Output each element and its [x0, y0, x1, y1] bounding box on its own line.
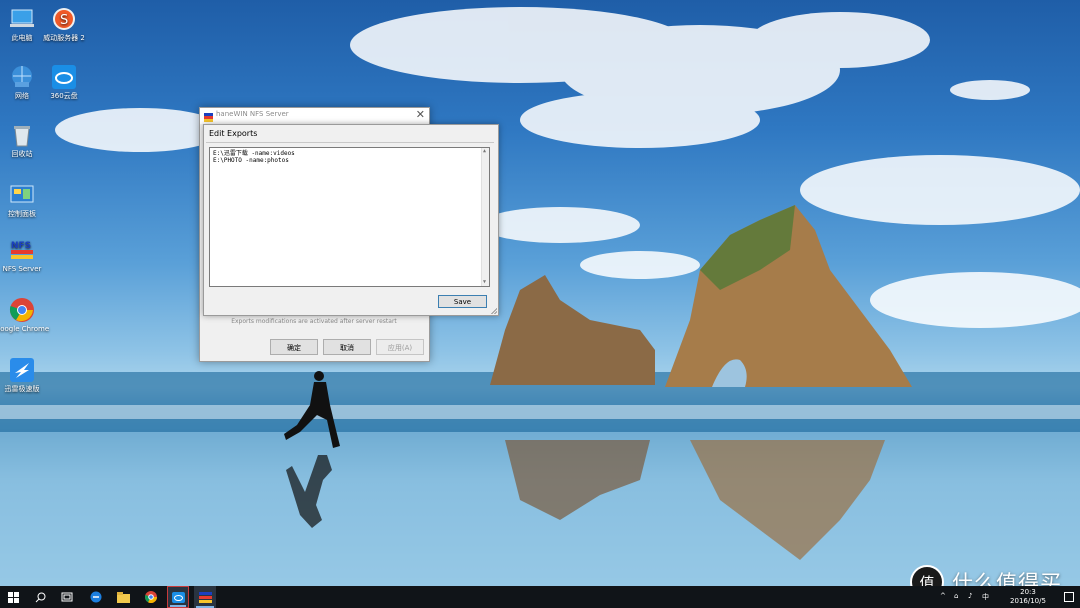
task-view-button[interactable]	[56, 586, 78, 608]
desktop-wallpaper	[0, 0, 1080, 586]
chrome-icon	[9, 297, 35, 323]
cloud-drive-icon	[51, 64, 77, 90]
start-icon	[7, 591, 19, 603]
network-icon	[9, 64, 35, 90]
divider	[206, 142, 494, 143]
thunder-icon	[9, 357, 35, 383]
svg-text:NFS: NFS	[11, 241, 31, 251]
status-text: Exports modifications are activated afte…	[204, 314, 424, 333]
task-view-icon	[61, 592, 73, 602]
dialog-title: Edit Exports	[209, 129, 258, 138]
desktop-icon-label: 360云盘	[50, 92, 78, 100]
desktop-icon-label: NFS Server	[2, 265, 42, 273]
action-center-button[interactable]	[1058, 586, 1080, 608]
taskbar: ^ ⌂ ♪ 中 20:3 2016/10/5	[0, 586, 1080, 608]
clock-time: 20:3	[1020, 588, 1036, 596]
export-line: E:\迅雷下载 -name:videos	[213, 150, 295, 157]
search-button[interactable]	[29, 586, 51, 608]
close-icon[interactable]: ✕	[416, 108, 425, 121]
scroll-down-icon[interactable]: ▼	[483, 279, 486, 286]
taskbar-nfs-server[interactable]	[194, 586, 216, 608]
desktop-icon-label: 迅雷极速版	[4, 385, 40, 393]
taskbar-chrome[interactable]	[140, 586, 162, 608]
recycle-bin-icon	[9, 122, 35, 148]
chrome-icon	[145, 591, 157, 603]
cloud-drive-icon	[171, 591, 185, 603]
tray-expand-icon[interactable]: ^	[940, 592, 946, 600]
scroll-up-icon[interactable]: ▲	[483, 148, 486, 155]
network-tray-icon[interactable]: ⌂	[954, 592, 958, 600]
control-panel-icon	[9, 182, 35, 208]
resize-grip[interactable]	[491, 308, 497, 314]
export-line: E:\PHOTO -name:photos	[213, 157, 289, 164]
window-titlebar[interactable]: haneWIN NFS Server ✕	[200, 108, 429, 124]
file-explorer-icon	[116, 591, 130, 603]
edit-exports-dialog: Edit Exports E:\迅雷下载 -name:videos E:\PHO…	[203, 124, 499, 316]
desktop-icon-cloud[interactable]: 360云盘	[42, 64, 86, 101]
taskbar-edge[interactable]	[85, 586, 107, 608]
window-title: haneWIN NFS Server	[216, 110, 289, 118]
save-button[interactable]: Save	[438, 295, 487, 308]
desktop-icon-server[interactable]: S 威动服务器 2	[42, 6, 86, 43]
nfs-app-icon	[204, 111, 213, 122]
ime-icon[interactable]: 中	[982, 592, 989, 602]
desktop-icon-control-panel[interactable]: 控制面板	[0, 182, 44, 219]
desktop-icon-label: Google Chrome	[0, 325, 50, 333]
taskbar-file-explorer[interactable]	[112, 586, 134, 608]
desktop-icon-nfs-server[interactable]: NFS NFS Server	[0, 237, 44, 274]
nfs-server-icon	[198, 591, 212, 603]
wallpaper-scene	[0, 7, 1080, 586]
system-tray: ^ ⌂ ♪ 中	[940, 586, 1010, 608]
desktop-icon-chrome[interactable]: Google Chrome	[0, 297, 49, 334]
clock-date: 2016/10/5	[1010, 597, 1046, 605]
start-button[interactable]	[2, 586, 24, 608]
nfs-server-icon: NFS	[9, 237, 35, 263]
edge-icon	[90, 591, 102, 603]
taskbar-clock[interactable]: 20:3 2016/10/5	[1008, 588, 1048, 606]
search-icon	[35, 592, 45, 602]
s-server-icon: S	[51, 6, 77, 32]
notification-icon	[1064, 592, 1074, 602]
desktop-icon-thunder[interactable]: 迅雷极速版	[0, 357, 44, 394]
desktop-icon-label: 威动服务器 2	[43, 34, 85, 42]
cancel-button[interactable]: 取消	[323, 339, 371, 355]
ok-button[interactable]: 确定	[270, 339, 318, 355]
taskbar-cloud-drive[interactable]	[167, 586, 189, 608]
desktop-icon-label: 控制面板	[8, 210, 36, 218]
volume-icon[interactable]: ♪	[968, 592, 972, 600]
vertical-scrollbar[interactable]: ▲ ▼	[481, 148, 489, 286]
exports-textarea[interactable]: E:\迅雷下载 -name:videos E:\PHOTO -name:phot…	[209, 147, 490, 287]
desktop-icon-label: 回收站	[11, 150, 33, 158]
svg-text:S: S	[60, 13, 68, 28]
this-pc-icon	[9, 6, 35, 32]
desktop-icon-recycle-bin[interactable]: 回收站	[0, 122, 44, 159]
apply-button[interactable]: 应用(A)	[376, 339, 424, 355]
